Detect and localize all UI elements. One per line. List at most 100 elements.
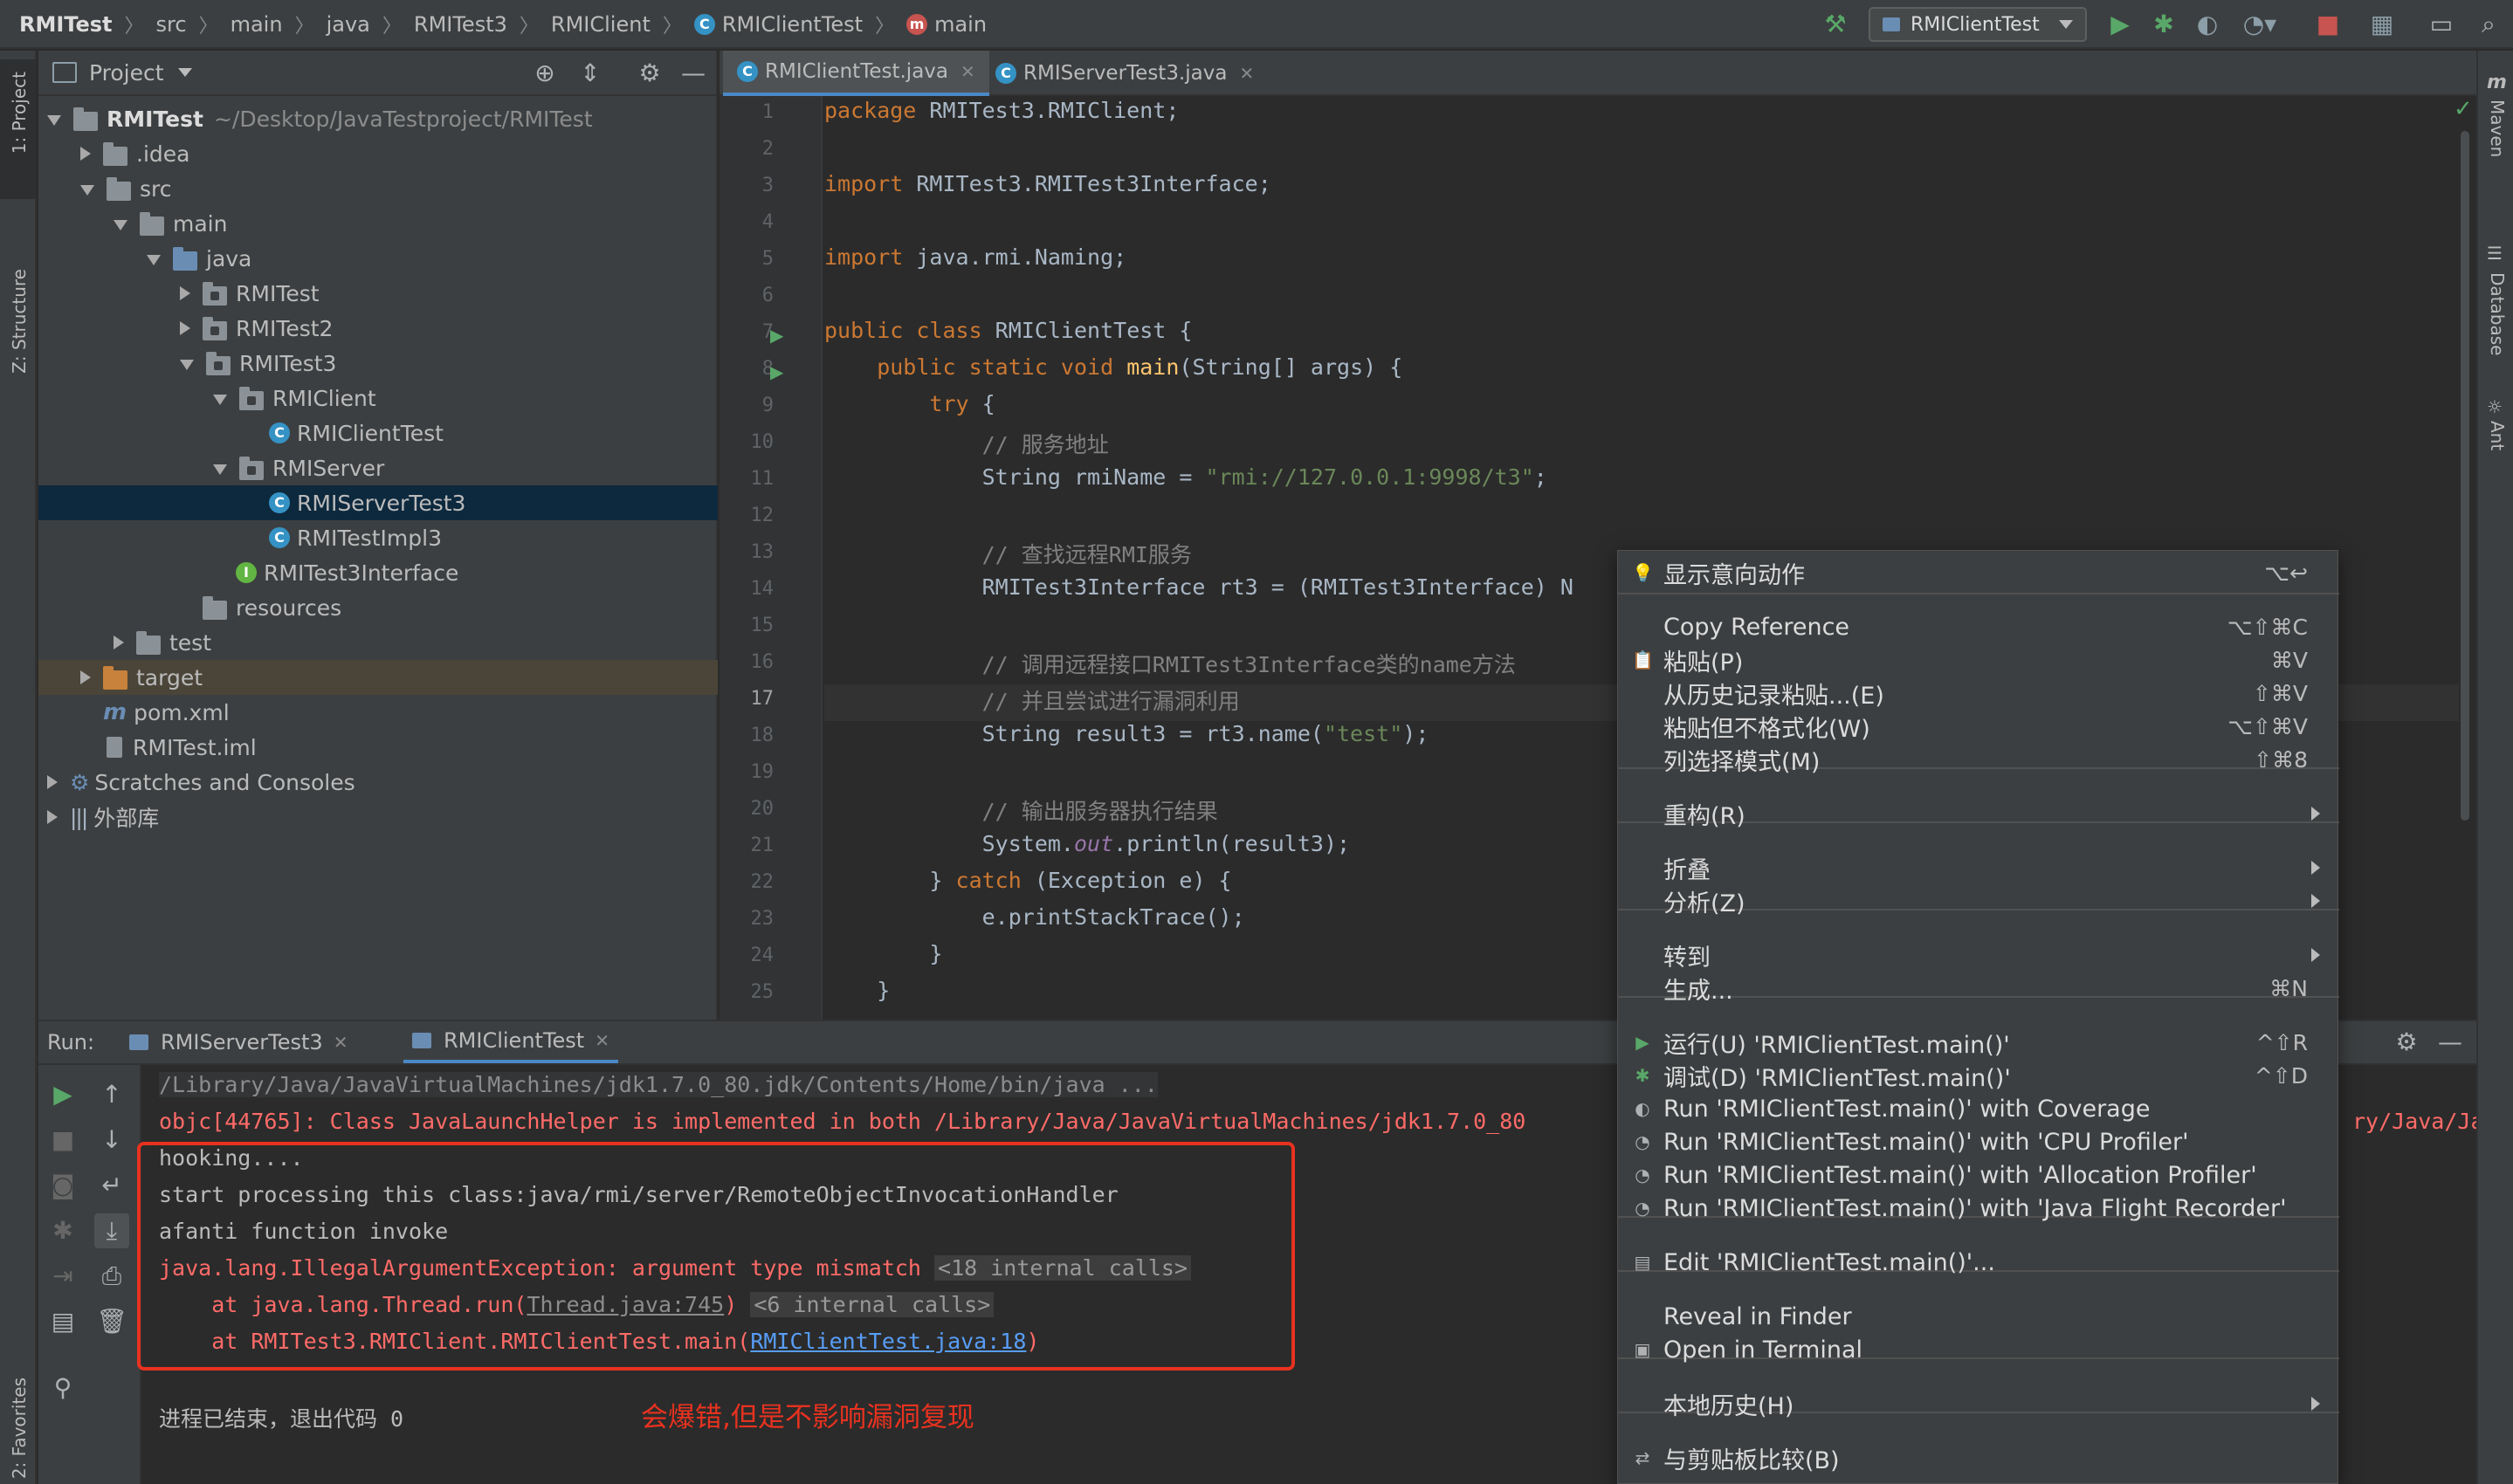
tree-item[interactable]: RMITest: [38, 276, 718, 311]
tree-item[interactable]: ||| 外部库: [38, 800, 718, 835]
menu-item[interactable]: ◔ Run 'RMIClientTest.main()' with 'Alloca…: [1618, 1158, 2339, 1192]
close-icon[interactable]: ✕: [960, 61, 975, 82]
tree-item[interactable]: target: [38, 660, 718, 695]
run-gutter-icon[interactable]: ▶: [770, 325, 783, 346]
chevron-right-icon[interactable]: [180, 286, 190, 300]
chevron-down-icon[interactable]: [177, 68, 192, 77]
menu-item[interactable]: Reveal in Finder: [1618, 1300, 2339, 1333]
menu-item[interactable]: ◐ Run 'RMIClientTest.main()' with Coverag…: [1618, 1092, 2339, 1125]
menu-item[interactable]: ▤ Edit 'RMIClientTest.main()'...: [1618, 1246, 2339, 1279]
exit-icon[interactable]: ⇥: [45, 1259, 80, 1294]
tree-item[interactable]: m pom.xml: [38, 695, 718, 730]
tree-item[interactable]: ⚙ Scratches and Consoles: [38, 765, 718, 800]
run-configuration-select[interactable]: RMIClientTest: [1869, 7, 2087, 42]
close-icon[interactable]: ✕: [1239, 63, 1254, 84]
menu-item[interactable]: 📋 粘贴(P) ⌘V: [1618, 643, 2339, 677]
menu-item[interactable]: 分析(Z): [1618, 884, 2339, 917]
run-icon[interactable]: ▶: [2103, 7, 2138, 42]
project-structure-icon[interactable]: ▦: [2365, 7, 2399, 42]
structure-tool-button[interactable]: Z: Structure: [0, 216, 37, 374]
tree-item[interactable]: C RMIClientTest: [38, 416, 718, 450]
menu-item[interactable]: 生成... ⌘N: [1618, 972, 2339, 1005]
chevron-right-icon[interactable]: [114, 636, 124, 649]
stop-icon[interactable]: ■: [2310, 7, 2345, 42]
menu-item[interactable]: 💡 显示意向动作 ⌥↩: [1618, 556, 2339, 589]
breadcrumb-item[interactable]: main: [231, 12, 283, 37]
layout-icon[interactable]: ▭: [2424, 7, 2459, 42]
ant-tool-button[interactable]: ☼ Ant: [2478, 339, 2513, 461]
chevron-down-icon[interactable]: [180, 360, 194, 370]
chevron-down-icon[interactable]: [47, 115, 61, 126]
layout-icon[interactable]: ▤: [45, 1304, 80, 1339]
run-tab-rmiservertest3[interactable]: RMIServerTest3 ✕: [129, 1021, 348, 1063]
tree-item[interactable]: RMIClient: [38, 381, 718, 416]
menu-item[interactable]: 转到: [1618, 938, 2339, 972]
tree-item[interactable]: main: [38, 206, 718, 241]
tree-item[interactable]: RMITest3: [38, 346, 718, 381]
debug-icon[interactable]: ✱: [45, 1213, 80, 1248]
breadcrumb-item[interactable]: RMITest: [19, 12, 113, 37]
hammer-icon[interactable]: ⚒: [1818, 7, 1853, 42]
coverage-icon[interactable]: ◐: [2190, 7, 2225, 42]
tree-item[interactable]: resources: [38, 590, 718, 625]
locate-icon[interactable]: ⊕: [527, 56, 562, 91]
tree-item[interactable]: RMIServer: [38, 450, 718, 485]
chevron-right-icon[interactable]: [80, 147, 91, 161]
gear-icon[interactable]: ⚙: [632, 56, 667, 91]
collapse-all-icon[interactable]: ⇕: [573, 56, 608, 91]
chevron-down-icon[interactable]: [213, 464, 227, 475]
soft-wrap-icon[interactable]: ↵: [94, 1168, 129, 1203]
close-icon[interactable]: ✕: [334, 1032, 348, 1053]
search-icon[interactable]: ⌕: [2471, 7, 2506, 42]
chevron-right-icon[interactable]: [47, 810, 58, 824]
menu-item[interactable]: ▣ Open in Terminal: [1618, 1333, 2339, 1366]
project-tool-button[interactable]: 1: Project: [0, 59, 37, 199]
tree-item[interactable]: I RMITest3Interface: [38, 555, 718, 590]
camera-icon[interactable]: ◙: [45, 1168, 80, 1203]
menu-item[interactable]: ◔ Run 'RMIClientTest.main()' with 'CPU Pr…: [1618, 1125, 2339, 1158]
arrow-down-icon[interactable]: ↓: [94, 1123, 129, 1158]
menu-item[interactable]: Copy Reference ⌥⇧⌘C: [1618, 610, 2339, 643]
minimize-icon[interactable]: —: [676, 56, 711, 91]
menu-item[interactable]: ⇄ 与剪贴板比较(B): [1618, 1441, 2339, 1474]
tab-rmiclienttest[interactable]: C RMIClientTest.java ✕: [723, 51, 989, 96]
minimize-icon[interactable]: —: [2433, 1025, 2468, 1060]
chevron-right-icon[interactable]: [47, 775, 58, 789]
menu-item[interactable]: ◔ Run 'RMIClientTest.main()' with 'Java F…: [1618, 1192, 2339, 1225]
tree-item[interactable]: test: [38, 625, 718, 660]
breadcrumb-item[interactable]: RMIClient: [551, 12, 651, 37]
tree-item[interactable]: C RMITestImpl3: [38, 520, 718, 555]
chevron-down-icon[interactable]: [114, 220, 127, 230]
breadcrumb-item[interactable]: java: [327, 12, 370, 37]
arrow-up-icon[interactable]: ↑: [94, 1077, 129, 1112]
pin-icon[interactable]: ⚲: [45, 1371, 80, 1405]
tree-item[interactable]: RMITest ~/Desktop/JavaTestproject/RMITest: [38, 101, 718, 136]
tree-item[interactable]: src: [38, 171, 718, 206]
tree-item[interactable]: RMITest2: [38, 311, 718, 346]
menu-item[interactable]: ✱ 调试(D) 'RMIClientTest.main()' ^⇧D: [1618, 1059, 2339, 1092]
chevron-down-icon[interactable]: [213, 395, 227, 405]
tree-item[interactable]: .idea: [38, 136, 718, 171]
tree-item[interactable]: C RMIServerTest3: [38, 485, 718, 520]
run-gutter-icon[interactable]: ▶: [770, 361, 783, 382]
close-icon[interactable]: ✕: [595, 1030, 609, 1051]
run-tab-rmiclienttest[interactable]: RMIClientTest ✕: [403, 1021, 618, 1063]
stop-icon[interactable]: ■: [45, 1123, 80, 1158]
editor-scrollbar[interactable]: [2461, 131, 2469, 821]
profile-icon[interactable]: ◔▾: [2242, 7, 2277, 42]
breadcrumb-item[interactable]: RMITest3: [414, 12, 507, 37]
menu-item[interactable]: 从历史记录粘贴...(E) ⇧⌘V: [1618, 677, 2339, 710]
chevron-down-icon[interactable]: [147, 255, 161, 265]
tree-item[interactable]: RMITest.iml: [38, 730, 718, 765]
favorites-tool-button[interactable]: 2: Favorites: [0, 1273, 37, 1479]
tree-item[interactable]: java: [38, 241, 718, 276]
project-panel-title[interactable]: Project: [89, 60, 164, 86]
print-icon[interactable]: ⎙: [94, 1259, 129, 1294]
menu-item[interactable]: 重构(R): [1618, 797, 2339, 830]
menu-item[interactable]: 本地历史(H): [1618, 1387, 2339, 1420]
menu-item[interactable]: 粘贴但不格式化(W) ⌥⇧⌘V: [1618, 710, 2339, 743]
trash-icon[interactable]: 🗑: [94, 1304, 129, 1339]
scroll-to-end-icon[interactable]: ⤓: [94, 1213, 129, 1248]
rerun-icon[interactable]: ▶: [45, 1077, 80, 1112]
gear-icon[interactable]: ⚙: [2389, 1025, 2424, 1060]
